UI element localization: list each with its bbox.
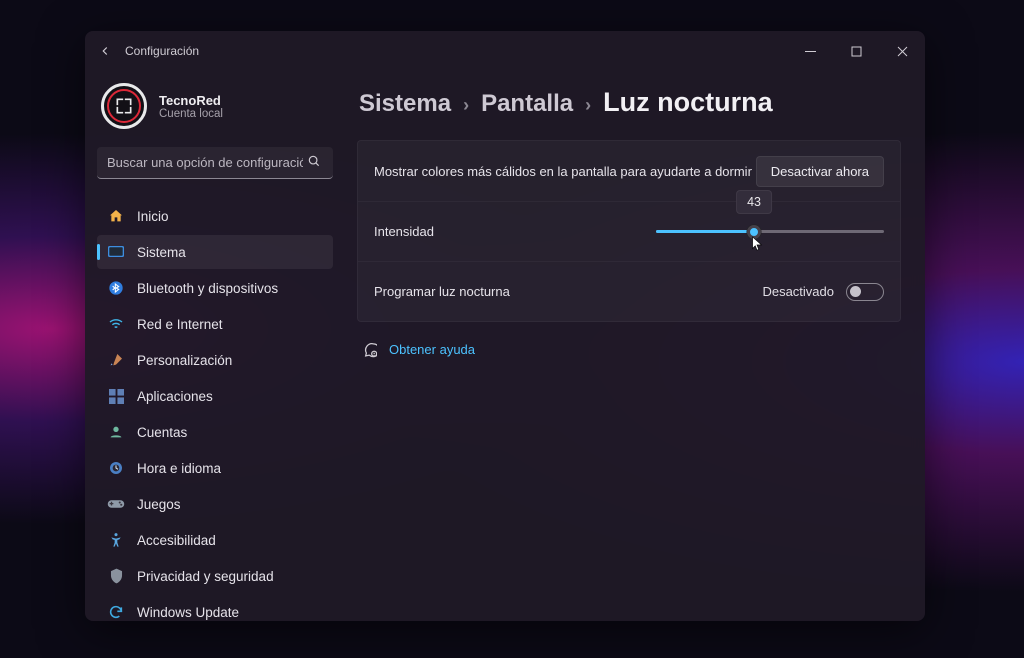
- nav-label: Accesibilidad: [137, 533, 216, 548]
- nav-item-cuentas[interactable]: Cuentas: [97, 415, 333, 449]
- home-icon: [107, 208, 125, 224]
- games-icon: [107, 497, 125, 511]
- settings-card: Mostrar colores más cálidos en la pantal…: [357, 140, 901, 322]
- avatar: [101, 83, 147, 129]
- nav-item-accesibilidad[interactable]: Accesibilidad: [97, 523, 333, 557]
- breadcrumb: Sistema › Pantalla › Luz nocturna: [357, 81, 901, 140]
- nav-item-aplicaciones[interactable]: Aplicaciones: [97, 379, 333, 413]
- help-row: Obtener ayuda: [357, 340, 901, 358]
- nav-label: Inicio: [137, 209, 169, 224]
- app-title: Configuración: [125, 44, 199, 58]
- schedule-label: Programar luz nocturna: [374, 284, 762, 299]
- nav-item-privacidad[interactable]: Privacidad y seguridad: [97, 559, 333, 593]
- nav-label: Cuentas: [137, 425, 187, 440]
- time-icon: [107, 460, 125, 476]
- nav-item-sistema[interactable]: Sistema: [97, 235, 333, 269]
- page-title: Luz nocturna: [603, 87, 773, 118]
- slider-tooltip: 43: [736, 190, 772, 214]
- help-link[interactable]: Obtener ayuda: [389, 342, 475, 357]
- chevron-right-icon: ›: [463, 95, 469, 116]
- brush-icon: [107, 352, 125, 368]
- row-description: Mostrar colores más cálidos en la pantal…: [358, 141, 900, 201]
- content-area: Sistema › Pantalla › Luz nocturna Mostra…: [345, 71, 925, 639]
- window-controls: [787, 31, 925, 71]
- minimize-button[interactable]: [787, 31, 833, 71]
- nav-label: Bluetooth y dispositivos: [137, 281, 278, 296]
- accounts-icon: [107, 424, 125, 440]
- nav-item-inicio[interactable]: Inicio: [97, 199, 333, 233]
- nav-label: Sistema: [137, 245, 186, 260]
- chevron-right-icon: ›: [585, 95, 591, 116]
- nav-label: Juegos: [137, 497, 181, 512]
- schedule-toggle[interactable]: [846, 283, 884, 301]
- nav-label: Windows Update: [137, 605, 239, 620]
- nav-label: Aplicaciones: [137, 389, 213, 404]
- close-button[interactable]: [879, 31, 925, 71]
- privacy-icon: [107, 568, 125, 584]
- sidebar: TecnoRed Cuenta local Inicio Sistema: [85, 71, 345, 639]
- search-icon: [303, 154, 325, 171]
- nav-label: Red e Internet: [137, 317, 223, 332]
- update-icon: [107, 604, 125, 620]
- maximize-button[interactable]: [833, 31, 879, 71]
- nav-label: Hora e idioma: [137, 461, 221, 476]
- profile-name: TecnoRed: [159, 93, 223, 108]
- search-input[interactable]: [107, 155, 303, 170]
- help-icon: [359, 340, 377, 358]
- description-text: Mostrar colores más cálidos en la pantal…: [374, 164, 756, 179]
- search-box[interactable]: [97, 147, 333, 179]
- wifi-icon: [107, 316, 125, 332]
- breadcrumb-level2[interactable]: Pantalla: [481, 90, 573, 118]
- back-button[interactable]: [85, 31, 125, 71]
- schedule-state-text: Desactivado: [762, 284, 834, 299]
- nav-item-hora[interactable]: Hora e idioma: [97, 451, 333, 485]
- nav-item-personalizacion[interactable]: Personalización: [97, 343, 333, 377]
- nav-item-bluetooth[interactable]: Bluetooth y dispositivos: [97, 271, 333, 305]
- nav-label: Personalización: [137, 353, 232, 368]
- titlebar: Configuración: [85, 31, 925, 71]
- strength-slider[interactable]: 43: [656, 230, 884, 233]
- profile-block[interactable]: TecnoRed Cuenta local: [97, 75, 333, 147]
- nav: Inicio Sistema Bluetooth y dispositivos …: [97, 199, 333, 629]
- profile-subtitle: Cuenta local: [159, 108, 223, 120]
- bluetooth-icon: [107, 280, 125, 296]
- apps-icon: [107, 389, 125, 404]
- row-schedule: Programar luz nocturna Desactivado: [358, 261, 900, 321]
- breadcrumb-level1[interactable]: Sistema: [359, 90, 451, 118]
- system-icon: [107, 246, 125, 258]
- nav-item-update[interactable]: Windows Update: [97, 595, 333, 629]
- settings-window: Configuración TecnoRed Cuenta local: [85, 31, 925, 621]
- strength-label: Intensidad: [374, 224, 656, 239]
- deactivate-now-button[interactable]: Desactivar ahora: [756, 156, 884, 187]
- nav-item-juegos[interactable]: Juegos: [97, 487, 333, 521]
- nav-item-red[interactable]: Red e Internet: [97, 307, 333, 341]
- row-strength: Intensidad 43: [358, 201, 900, 261]
- nav-label: Privacidad y seguridad: [137, 569, 274, 584]
- access-icon: [107, 532, 125, 548]
